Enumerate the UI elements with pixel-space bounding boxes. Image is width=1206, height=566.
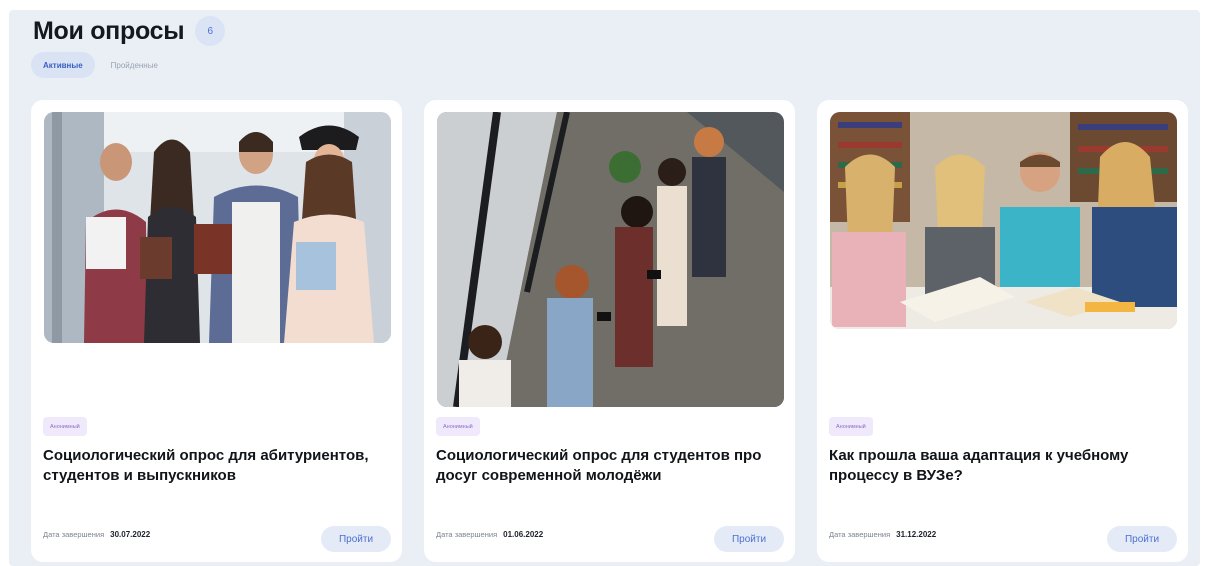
survey-tabs: Активные Пройденные xyxy=(31,52,170,78)
young-people-with-phones-photo-icon xyxy=(437,112,784,407)
take-survey-button[interactable]: Пройти xyxy=(321,526,391,552)
deadline-date: 31.12.2022 xyxy=(896,530,937,539)
deadline-label: Дата завершения xyxy=(829,530,891,539)
survey-deadline: Дата завершения 31.12.2022 xyxy=(829,530,936,539)
page-header: Мои опросы 6 xyxy=(33,16,226,46)
survey-deadline: Дата завершения 01.06.2022 xyxy=(436,530,543,539)
students-with-books-photo-icon xyxy=(44,112,391,343)
survey-card[interactable]: Анонимный Социологический опрос для студ… xyxy=(424,100,795,562)
surveys-count-badge: 6 xyxy=(195,16,226,46)
survey-title: Социологический опрос для студентов про … xyxy=(436,447,762,484)
tab-completed[interactable]: Пройденные xyxy=(99,52,170,78)
take-survey-button[interactable]: Пройти xyxy=(714,526,784,552)
surveys-panel: Мои опросы 6 Активные Пройденные Анонимн… xyxy=(9,10,1200,566)
anonymous-badge: Анонимный xyxy=(829,417,873,436)
deadline-label: Дата завершения xyxy=(436,530,498,539)
survey-card[interactable]: Анонимный Социологический опрос для абит… xyxy=(31,100,402,562)
survey-title: Как прошла ваша адаптация к учебному про… xyxy=(829,447,1129,484)
deadline-date: 01.06.2022 xyxy=(503,530,544,539)
anonymous-badge: Анонимный xyxy=(436,417,480,436)
page-title: Мои опросы xyxy=(33,16,185,45)
survey-image xyxy=(830,112,1177,329)
survey-card[interactable]: Анонимный Как прошла ваша адаптация к уч… xyxy=(817,100,1188,562)
anonymous-badge: Анонимный xyxy=(43,417,87,436)
survey-image xyxy=(437,112,784,407)
deadline-label: Дата завершения xyxy=(43,530,105,539)
students-studying-in-library-photo-icon xyxy=(830,112,1177,329)
take-survey-button[interactable]: Пройти xyxy=(1107,526,1177,552)
survey-deadline: Дата завершения 30.07.2022 xyxy=(43,530,150,539)
tab-active[interactable]: Активные xyxy=(31,52,95,78)
survey-image xyxy=(44,112,391,343)
deadline-date: 30.07.2022 xyxy=(110,530,151,539)
survey-title: Социологический опрос для абитуриентов, … xyxy=(43,447,369,484)
